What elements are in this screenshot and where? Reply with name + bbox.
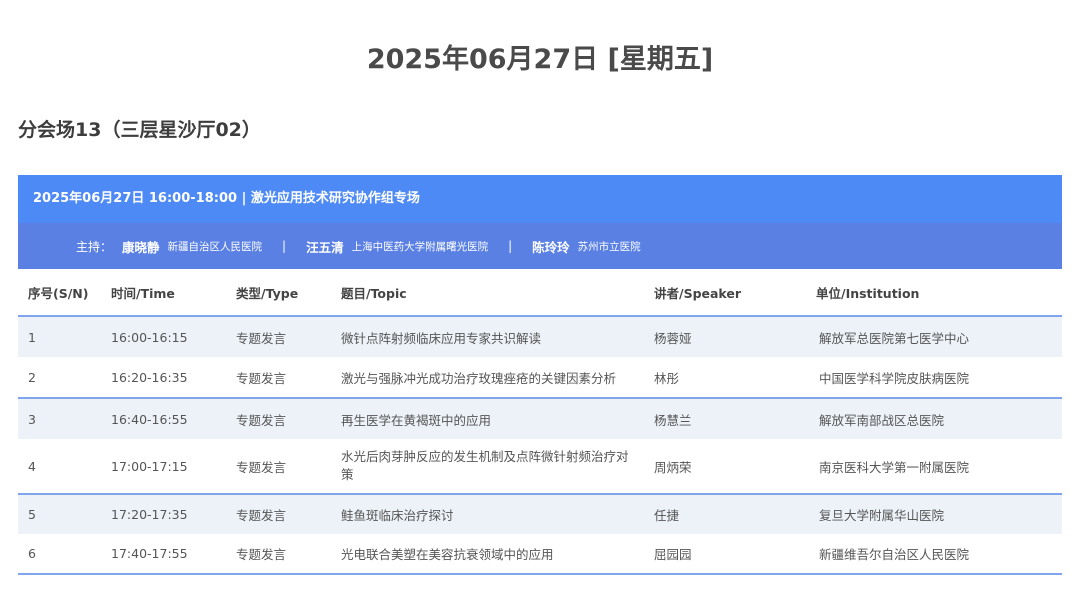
- table-row: 5 17:20-17:35 专题发言 鲑鱼斑临床治疗探讨 任捷 复旦大学附属华山…: [18, 494, 1062, 534]
- table-row: 3 16:40-16:55 专题发言 再生医学在黄褐斑中的应用 杨慧兰 解放军南…: [18, 398, 1062, 439]
- table-row: 6 17:40-17:55 专题发言 光电联合美塑在美容抗衰领域中的应用 屈园园…: [18, 534, 1062, 575]
- host-name: 陈玲玲: [532, 239, 570, 255]
- hosts-label: 主持：: [76, 239, 113, 254]
- session-block: 2025年06月27日 16:00-18:00 | 激光应用技术研究协作组专场 …: [18, 175, 1062, 575]
- cell-institution: 复旦大学附属华山医院: [806, 494, 1062, 534]
- schedule-table: 序号(S/N) 时间/Time 类型/Type 题目/Topic 讲者/Spea…: [18, 269, 1062, 575]
- host-separator: |: [282, 239, 287, 253]
- table-row: 2 16:20-16:35 专题发言 激光与强脉冲光成功治疗玫瑰痤疮的关键因素分…: [18, 357, 1062, 399]
- cell-institution: 解放军南部战区总医院: [806, 398, 1062, 439]
- cell-topic: 再生医学在黄褐斑中的应用: [331, 398, 644, 439]
- cell-time: 17:20-17:35: [101, 494, 226, 534]
- cell-topic: 鲑鱼斑临床治疗探讨: [331, 494, 644, 534]
- cell-time: 16:00-16:15: [101, 316, 226, 357]
- cell-type: 专题发言: [226, 316, 331, 357]
- cell-institution: 新疆维吾尔自治区人民医院: [806, 534, 1062, 575]
- cell-type: 专题发言: [226, 439, 331, 495]
- column-header-sn: 序号(S/N): [18, 269, 101, 317]
- cell-type: 专题发言: [226, 398, 331, 439]
- cell-time: 17:40-17:55: [101, 534, 226, 575]
- cell-speaker: 杨蓉娅: [644, 316, 806, 357]
- cell-topic: 激光与强脉冲光成功治疗玫瑰痤疮的关键因素分析: [331, 357, 644, 399]
- host-institution: 新疆自治区人民医院: [167, 240, 263, 253]
- cell-speaker: 屈园园: [644, 534, 806, 575]
- cell-speaker: 周炳荣: [644, 439, 806, 495]
- cell-type: 专题发言: [226, 494, 331, 534]
- cell-speaker: 林彤: [644, 357, 806, 399]
- cell-time: 17:00-17:15: [101, 439, 226, 495]
- cell-sn: 4: [18, 439, 101, 495]
- cell-sn: 2: [18, 357, 101, 399]
- session-header: 2025年06月27日 16:00-18:00 | 激光应用技术研究协作组专场: [18, 175, 1062, 223]
- cell-speaker: 任捷: [644, 494, 806, 534]
- host-separator: |: [508, 239, 513, 253]
- column-header-type: 类型/Type: [226, 269, 331, 317]
- column-header-speaker: 讲者/Speaker: [644, 269, 806, 317]
- table-row: 4 17:00-17:15 专题发言 水光后肉芽肿反应的发生机制及点阵微针射频治…: [18, 439, 1062, 495]
- cell-speaker: 杨慧兰: [644, 398, 806, 439]
- hosts-bar: 主持： 康晓静 新疆自治区人民医院 | 汪五清 上海中医药大学附属曙光医院 | …: [18, 223, 1062, 269]
- cell-type: 专题发言: [226, 357, 331, 399]
- host-name: 康晓静: [122, 239, 160, 255]
- cell-institution: 南京医科大学第一附属医院: [806, 439, 1062, 495]
- host-institution: 苏州市立医院: [577, 240, 641, 253]
- cell-sn: 1: [18, 316, 101, 357]
- column-header-time: 时间/Time: [101, 269, 226, 317]
- column-header-topic: 题目/Topic: [331, 269, 644, 317]
- cell-time: 16:20-16:35: [101, 357, 226, 399]
- cell-sn: 3: [18, 398, 101, 439]
- cell-topic: 微针点阵射频临床应用专家共识解读: [331, 316, 644, 357]
- column-header-institution: 单位/Institution: [806, 269, 1062, 317]
- cell-institution: 解放军总医院第七医学中心: [806, 316, 1062, 357]
- cell-topic: 光电联合美塑在美容抗衰领域中的应用: [331, 534, 644, 575]
- venue-title: 分会场13（三层星沙厅02）: [18, 119, 261, 141]
- date-title: 2025年06月27日 [星期五]: [366, 44, 714, 75]
- program-page: 2025年06月27日 [星期五] 分会场13（三层星沙厅02） 2025年06…: [0, 0, 1080, 597]
- cell-institution: 中国医学科学院皮肤病医院: [806, 357, 1062, 399]
- cell-topic: 水光后肉芽肿反应的发生机制及点阵微针射频治疗对策: [331, 439, 644, 495]
- cell-time: 16:40-16:55: [101, 398, 226, 439]
- cell-type: 专题发言: [226, 534, 331, 575]
- table-row: 1 16:00-16:15 专题发言 微针点阵射频临床应用专家共识解读 杨蓉娅 …: [18, 316, 1062, 357]
- host-institution: 上海中医药大学附属曙光医院: [351, 240, 489, 253]
- table-header-row: 序号(S/N) 时间/Time 类型/Type 题目/Topic 讲者/Spea…: [18, 269, 1062, 317]
- host-name: 汪五清: [306, 239, 344, 255]
- cell-sn: 5: [18, 494, 101, 534]
- cell-sn: 6: [18, 534, 101, 575]
